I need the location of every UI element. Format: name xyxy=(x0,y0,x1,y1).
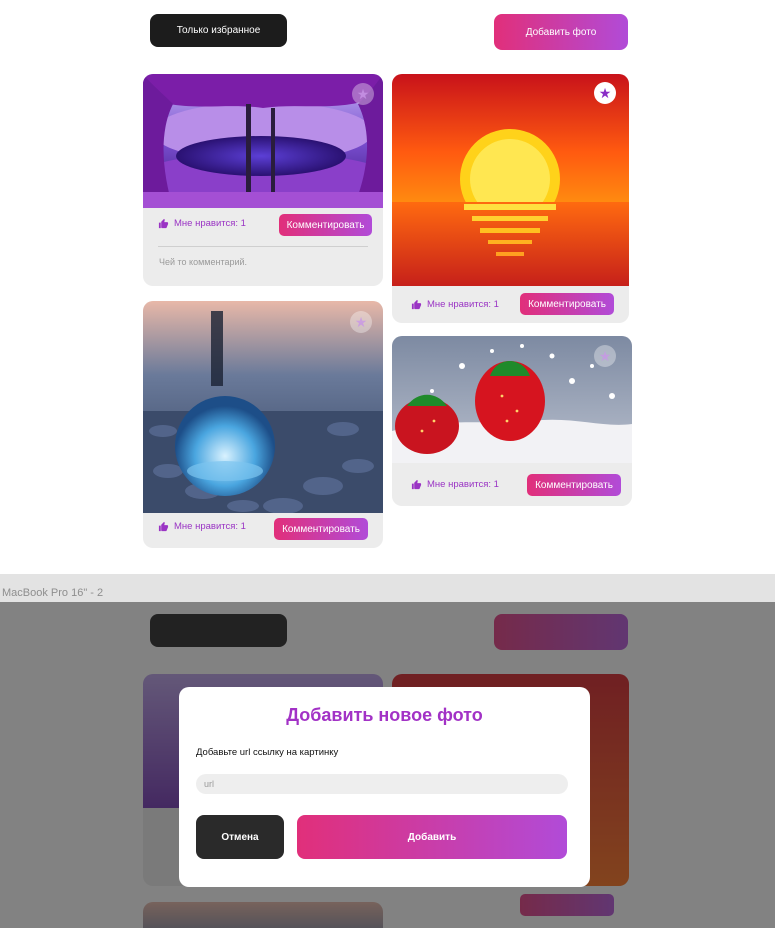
card-photo xyxy=(143,74,383,208)
thumbs-up-icon xyxy=(411,299,422,310)
favorite-star-icon[interactable]: ★ xyxy=(594,82,616,104)
add-photo-modal: Добавить новое фото Добавьте url ссылку … xyxy=(179,687,590,887)
gallery-frame: Только избранное Добавить фото ★ Мне нра… xyxy=(0,0,775,574)
photo-card: ★ Мне нравится: 1 Комментировать xyxy=(143,301,383,548)
thumbs-up-icon xyxy=(158,521,169,532)
like-count-label: Мне нравится: 1 xyxy=(427,299,499,310)
photo-card: ★ Мне нравится: 1 Комментировать Чей то … xyxy=(143,74,383,286)
like-control[interactable]: Мне нравится: 1 xyxy=(411,299,499,310)
card-photo xyxy=(392,74,629,286)
favorite-star-icon[interactable]: ★ xyxy=(350,311,372,333)
frame-label: MacBook Pro 16" - 2 xyxy=(2,587,104,599)
photo-card: ★ Мне нравится: 1 Комментировать xyxy=(392,74,629,323)
url-field-label: Добавьте url ссылку на картинку xyxy=(196,747,339,758)
divider xyxy=(158,246,368,247)
comment-button[interactable]: Комментировать xyxy=(274,518,368,540)
photo-card: ★ Мне нравится: 1 Комментировать xyxy=(392,336,632,506)
add-photo-frame: Добавить новое фото Добавьте url ссылку … xyxy=(0,602,775,928)
favorites-only-button[interactable]: Только избранное xyxy=(150,14,287,47)
card-photo xyxy=(143,301,383,513)
like-control[interactable]: Мне нравится: 1 xyxy=(411,479,499,490)
add-photo-button[interactable]: Добавить фото xyxy=(494,14,628,50)
like-control[interactable]: Мне нравится: 1 xyxy=(158,218,246,229)
favorite-star-icon[interactable]: ★ xyxy=(594,345,616,367)
thumbs-up-icon xyxy=(158,218,169,229)
like-count-label: Мне нравится: 1 xyxy=(427,479,499,490)
thumbs-up-icon xyxy=(411,479,422,490)
modal-title: Добавить новое фото xyxy=(286,705,483,725)
comment-button[interactable]: Комментировать xyxy=(279,214,372,236)
like-control[interactable]: Мне нравится: 1 xyxy=(158,521,246,532)
like-count-label: Мне нравится: 1 xyxy=(174,521,246,532)
comment-button[interactable]: Комментировать xyxy=(520,293,614,315)
comment-button[interactable]: Комментировать xyxy=(527,474,621,496)
submit-add-button[interactable]: Добавить xyxy=(297,815,567,859)
cancel-button[interactable]: Отмена xyxy=(196,815,284,859)
like-count-label: Мне нравится: 1 xyxy=(174,218,246,229)
favorite-star-icon[interactable]: ★ xyxy=(352,83,374,105)
url-input[interactable]: url xyxy=(196,774,568,794)
comment-text: Чей то комментарий. xyxy=(159,257,248,267)
